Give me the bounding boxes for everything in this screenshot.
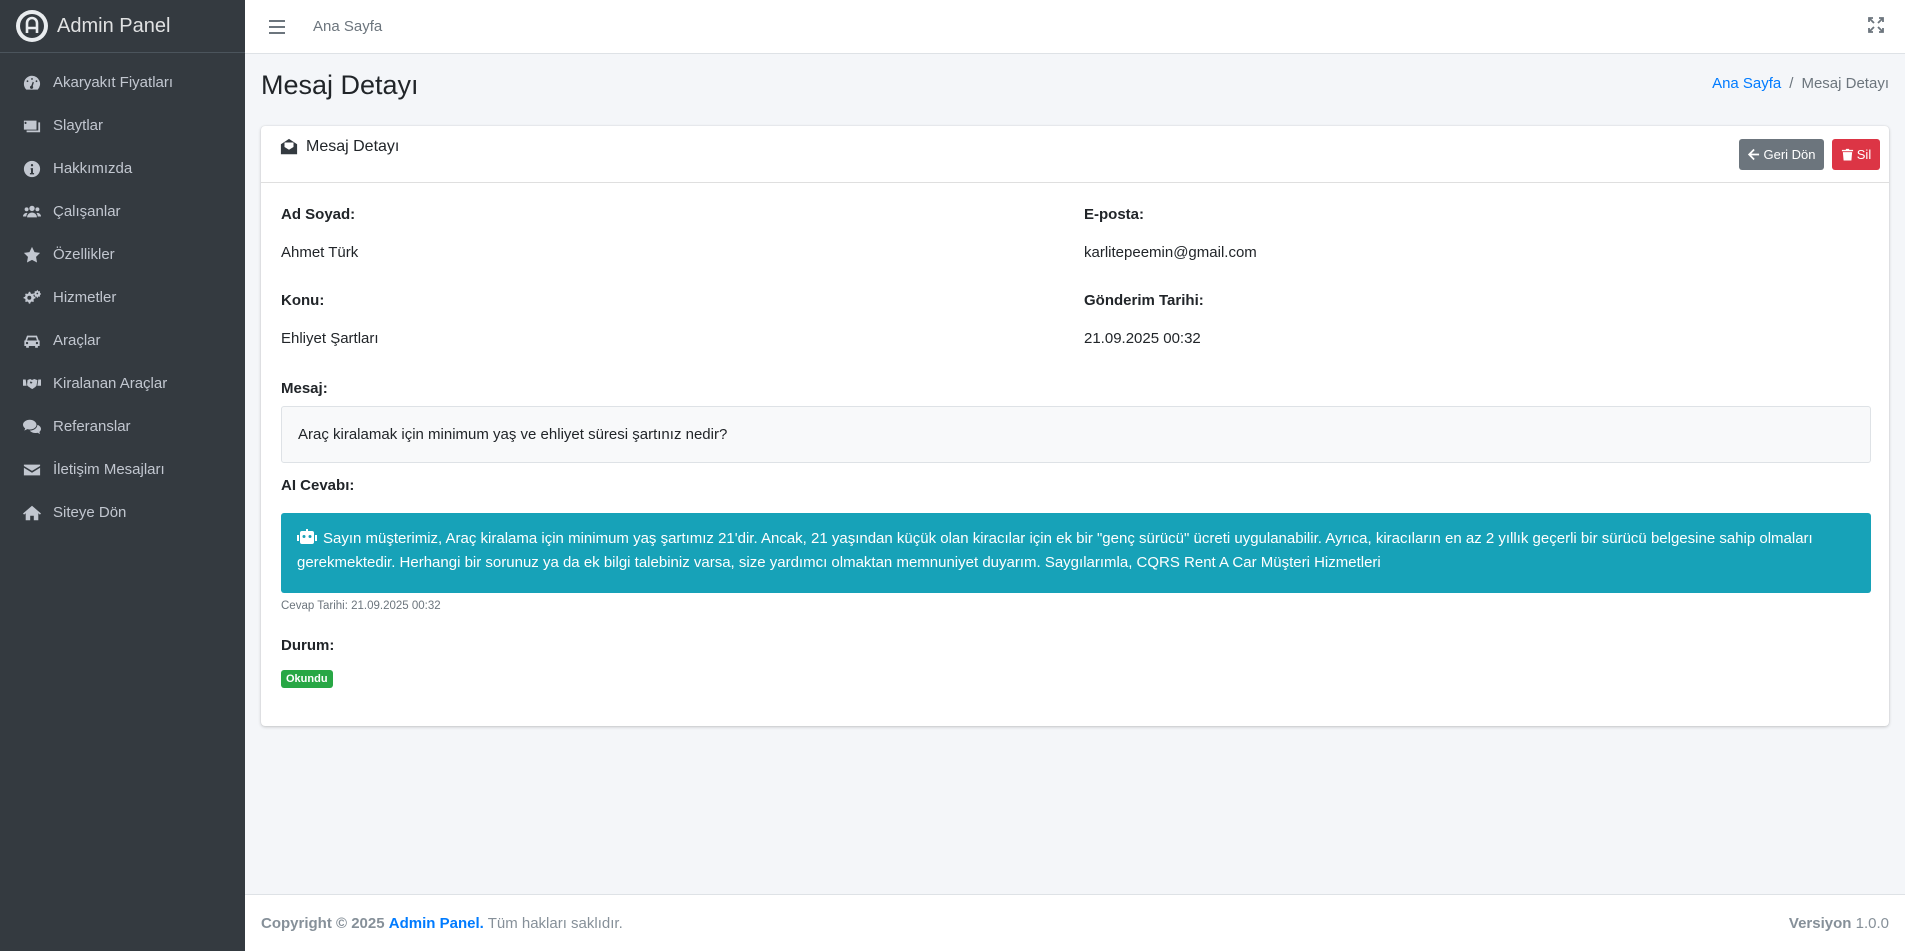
sent-date-value: 21.09.2025 00:32 — [1084, 330, 1201, 347]
subject-value: Ehliyet Şartları — [281, 330, 379, 347]
status-label: Durum: — [281, 637, 335, 654]
sidebar-nav: Akaryakıt Fiyatları Slaytlar Hakkımızda … — [0, 53, 245, 534]
footer-brand-link[interactable]: Admin Panel. — [389, 915, 484, 932]
page-title: Mesaj Detayı — [261, 70, 419, 100]
ai-answer-box: Sayın müşterimiz, Araç kiralama için min… — [281, 513, 1871, 593]
breadcrumb-home-link[interactable]: Ana Sayfa — [1712, 75, 1781, 92]
info-circle-icon — [22, 160, 42, 178]
sidebar-item-label: Referanslar — [53, 418, 131, 435]
envelope-icon — [22, 461, 42, 479]
version-value: 1.0.0 — [1855, 914, 1889, 932]
sidebar-item-label: Akaryakıt Fiyatları — [53, 74, 174, 91]
car-icon — [22, 332, 42, 350]
home-icon — [22, 504, 42, 522]
message-box: Araç kiralamak için minimum yaş ve ehliy… — [281, 406, 1871, 463]
brand-name: Admin Panel — [57, 14, 171, 37]
sidebar-item-label: Kiralanan Araçlar — [53, 375, 168, 392]
sidebar-item-label: Çalışanlar — [53, 203, 121, 220]
sidebar-item-employees[interactable]: Çalışanlar — [0, 190, 245, 233]
comments-icon — [22, 418, 42, 436]
top-navbar: Ana Sayfa — [245, 0, 1905, 54]
sidebar-item-label: Hakkımızda — [53, 160, 133, 177]
sidebar-item-rented-vehicles[interactable]: Kiralanan Araçlar — [0, 362, 245, 405]
sidebar-item-fuel-prices[interactable]: Akaryakıt Fiyatları — [0, 61, 245, 104]
robot-icon — [297, 529, 317, 545]
rights-text: Tüm hakları saklıdır. — [487, 914, 623, 932]
version-label: Versiyon — [1788, 914, 1852, 932]
sidebar-item-label: Araçlar — [53, 332, 101, 349]
message-text: Araç kiralamak için minimum yaş ve ehliy… — [298, 426, 728, 443]
breadcrumb-current: Mesaj Detayı — [1801, 75, 1889, 92]
images-icon — [22, 117, 42, 135]
sidebar-item-features[interactable]: Özellikler — [0, 233, 245, 276]
envelope-open-icon — [280, 138, 298, 155]
card-header: Mesaj Detayı Geri Dön Sil — [261, 126, 1889, 183]
ai-answer-text: Sayın müşterimiz, Araç kiralama için min… — [297, 530, 1813, 571]
card-title-text: Mesaj Detayı — [306, 138, 400, 155]
users-icon — [22, 203, 42, 221]
email-label: E-posta: — [1084, 206, 1144, 223]
name-value: Ahmet Türk — [281, 244, 359, 261]
menu-toggle-icon[interactable] — [267, 17, 287, 37]
breadcrumb: Ana Sayfa / Mesaj Detayı — [1712, 75, 1889, 92]
sidebar-item-about[interactable]: Hakkımızda — [0, 147, 245, 190]
sidebar-item-label: Slaytlar — [53, 117, 104, 134]
handshake-icon — [22, 375, 42, 393]
sidebar-item-vehicles[interactable]: Araçlar — [0, 319, 245, 362]
sidebar-item-label: İletişim Mesajları — [53, 461, 165, 478]
sidebar-item-contact-messages[interactable]: İletişim Mesajları — [0, 448, 245, 491]
sidebar-item-back-to-site[interactable]: Siteye Dön — [0, 491, 245, 534]
subject-label: Konu: — [281, 292, 325, 309]
top-home-link[interactable]: Ana Sayfa — [313, 18, 382, 35]
sidebar-item-services[interactable]: Hizmetler — [0, 276, 245, 319]
sidebar-item-slides[interactable]: Slaytlar — [0, 104, 245, 147]
name-label: Ad Soyad: — [281, 206, 356, 223]
delete-button[interactable]: Sil — [1832, 139, 1880, 170]
fullscreen-icon[interactable] — [1868, 17, 1886, 35]
gauge-icon — [22, 74, 42, 92]
footer-version: Versiyon 1.0.0 — [1789, 915, 1889, 932]
back-button-label: Geri Dön — [1763, 147, 1816, 162]
trash-icon — [1841, 148, 1853, 161]
sidebar: Admin Panel Akaryakıt Fiyatları Slaytlar… — [0, 0, 245, 951]
answer-date: Cevap Tarihi: 21.09.2025 00:32 — [281, 600, 441, 612]
sidebar-item-references[interactable]: Referanslar — [0, 405, 245, 448]
footer: Copyright © 2025 Admin Panel. Tüm haklar… — [245, 894, 1905, 951]
brand-link[interactable]: Admin Panel — [0, 0, 245, 53]
sidebar-item-label: Hizmetler — [53, 289, 117, 306]
delete-button-label: Sil — [1856, 147, 1872, 162]
message-detail-card: Mesaj Detayı Geri Dön Sil Ad Soyad: Ahme… — [261, 126, 1889, 726]
breadcrumb-separator: / — [1789, 75, 1794, 92]
sidebar-item-label: Siteye Dön — [53, 504, 127, 521]
footer-copyright: Copyright © 2025 Admin Panel. Tüm haklar… — [261, 915, 623, 932]
sent-date-label: Gönderim Tarihi: — [1084, 292, 1204, 309]
email-value: karlitepeemin@gmail.com — [1084, 244, 1257, 261]
card-title: Mesaj Detayı — [280, 138, 399, 156]
back-button[interactable]: Geri Dön — [1739, 139, 1824, 170]
brand-logo-icon — [16, 10, 48, 42]
status-badge: Okundu — [281, 670, 333, 688]
cogs-icon — [22, 289, 42, 307]
star-icon — [22, 246, 42, 264]
copyright-text: Copyright © 2025 — [261, 914, 385, 932]
message-label: Mesaj: — [281, 380, 328, 397]
ai-answer-label: AI Cevabı: — [281, 477, 355, 494]
main-content: Mesaj Detayı Ana Sayfa / Mesaj Detayı Me… — [245, 54, 1905, 894]
arrow-left-icon — [1748, 148, 1760, 161]
sidebar-item-label: Özellikler — [53, 246, 115, 263]
